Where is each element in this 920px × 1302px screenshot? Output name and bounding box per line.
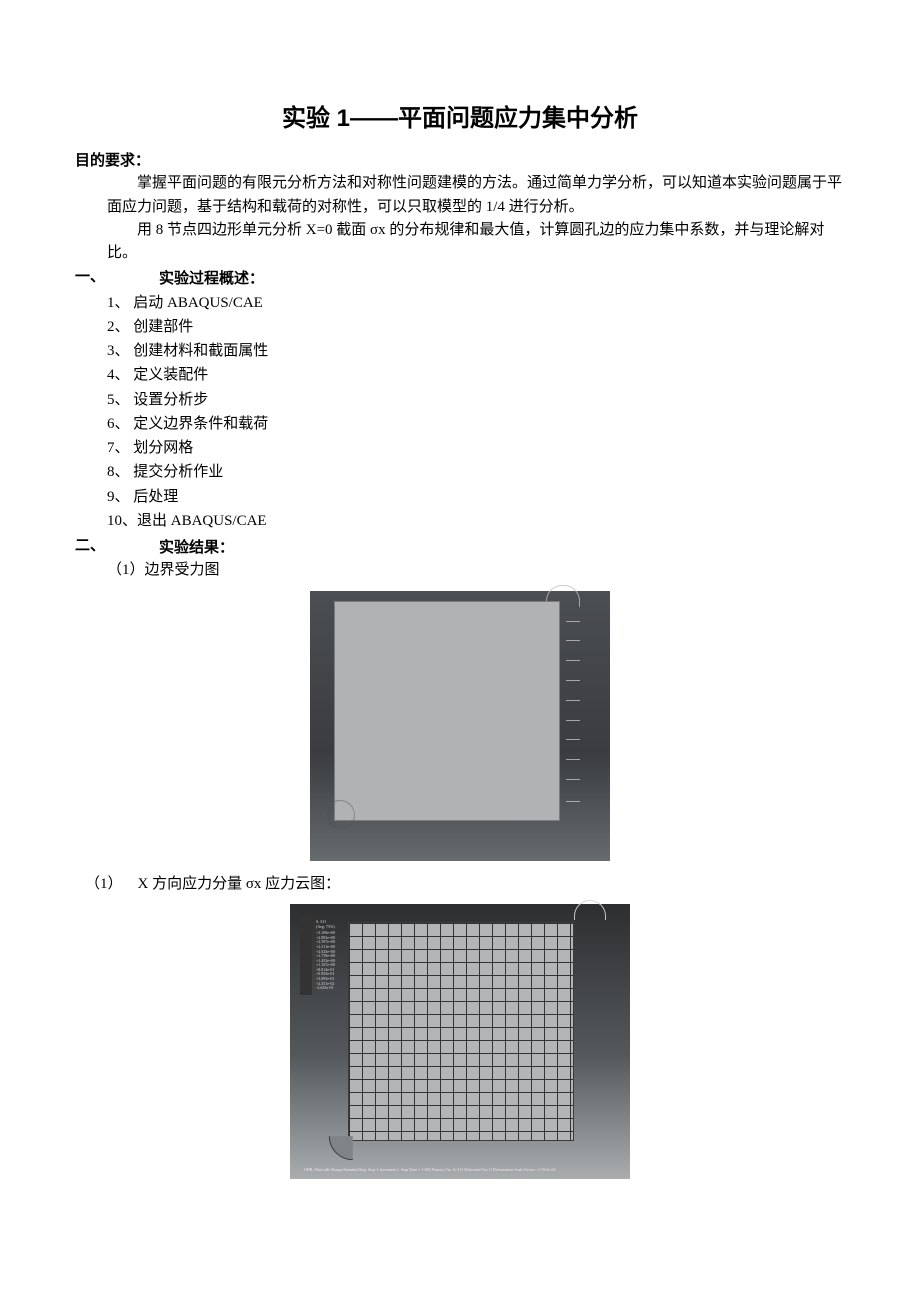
step-item: 6、 定义边界条件和载荷	[107, 413, 845, 436]
step-item: 1、 启动 ABAQUS/CAE	[107, 292, 845, 315]
figure-stress-image: S, S11 (Avg: 75%) +3.169e+00 +2.883e+00 …	[290, 904, 630, 1179]
page-title: 实验 1——平面问题应力集中分析	[75, 100, 845, 137]
step-item: 2、 创建部件	[107, 316, 845, 339]
step-item: 10、退出 ABAQUS/CAE	[107, 510, 845, 533]
objective-p2: 用 8 节点四边形单元分析 X=0 截面 σx 的分布规律和最大值，计算圆孔边的…	[75, 219, 845, 266]
step-item: 3、 创建材料和截面属性	[107, 340, 845, 363]
section-1-num: 一、	[75, 265, 159, 290]
arc-icon	[574, 900, 606, 920]
load-arrows-icon	[560, 621, 580, 801]
figure-stress-contour: S, S11 (Avg: 75%) +3.169e+00 +2.883e+00 …	[75, 904, 845, 1179]
section-1-heading: 实验过程概述：	[159, 267, 264, 290]
figure-bc-image	[310, 591, 610, 861]
fe-mesh	[348, 922, 574, 1141]
step-item: 9、 后处理	[107, 486, 845, 509]
step-item: 8、 提交分析作业	[107, 461, 845, 484]
plate-area	[334, 601, 560, 821]
step-item: 7、 划分网格	[107, 437, 845, 460]
objective-heading: 目的要求：	[75, 149, 845, 172]
figure-bc	[75, 591, 845, 861]
steps-list: 1、 启动 ABAQUS/CAE 2、 创建部件 3、 创建材料和截面属性 4、…	[75, 292, 845, 534]
hole-notch-icon	[326, 801, 354, 829]
section-2-heading: 实验结果：	[159, 536, 234, 559]
objective-p1: 掌握平面问题的有限元分析方法和对称性问题建模的方法。通过简单力学分析，可以知道本…	[75, 172, 845, 219]
section-1-header: 一、 实验过程概述：	[75, 265, 845, 290]
section-2-num: 二、	[75, 534, 159, 559]
result-item-2-num: （1）	[85, 876, 123, 892]
figure-footer: ODB: Plate.odb Abaqus/Standard Step: Ste…	[304, 1168, 616, 1173]
step-item: 5、 设置分析步	[107, 389, 845, 412]
step-item: 4、 定义装配件	[107, 364, 845, 387]
section-2-header: 二、 实验结果：	[75, 534, 845, 559]
result-item-2-text: X 方向应力分量 σx 应力云图：	[138, 876, 341, 892]
result-item-2: （1） X 方向应力分量 σx 应力云图：	[75, 873, 845, 896]
result-item-1: （1）边界受力图	[75, 559, 845, 582]
